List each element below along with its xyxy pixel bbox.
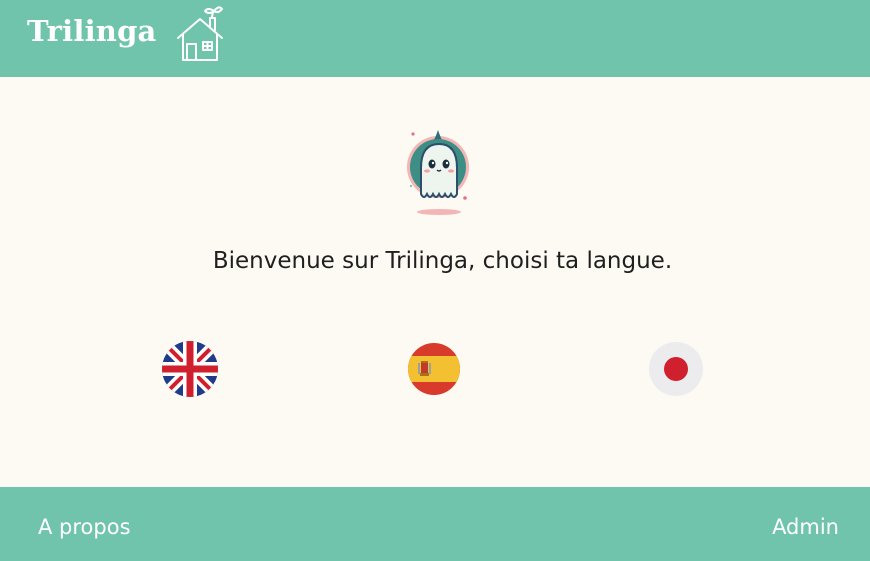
admin-link[interactable]: Admin	[772, 515, 839, 539]
welcome-message: Bienvenue sur Trilinga, choisi ta langue…	[212, 248, 673, 274]
ghost-mascot-icon	[403, 124, 475, 216]
brand-logo[interactable]: Trilinga	[27, 14, 157, 48]
language-japanese-button[interactable]	[648, 341, 704, 397]
language-english-button[interactable]	[162, 341, 218, 397]
language-spanish-button[interactable]	[406, 341, 462, 397]
app-header: Trilinga	[0, 0, 870, 77]
about-link[interactable]: A propos	[38, 515, 131, 539]
uk-flag-icon	[162, 341, 218, 397]
japan-flag-icon	[649, 342, 703, 396]
app-footer: A propos Admin	[0, 487, 870, 561]
spain-flag-icon	[408, 343, 460, 395]
house-with-sprout-icon[interactable]	[175, 4, 225, 64]
